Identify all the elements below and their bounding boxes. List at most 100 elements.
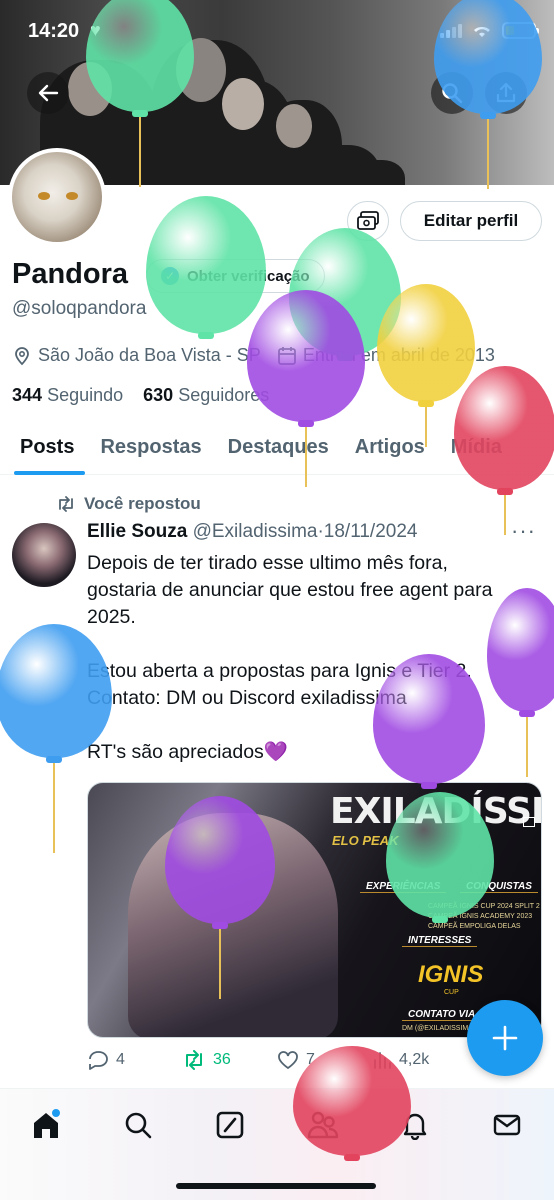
get-verified-label: Obter verificação — [187, 267, 310, 285]
bell-icon — [403, 1113, 427, 1140]
nav-grok[interactable] — [208, 1103, 252, 1147]
post-actions: 4 36 7 4,2k — [87, 1050, 527, 1070]
media-achievement: CAMPEÃ EMPOLIGA DELAS — [428, 923, 521, 930]
views-count: 4,2k — [399, 1051, 430, 1068]
like-button[interactable]: 7 — [277, 1050, 372, 1070]
media-contact-line: DM (@EXILADISSIMA) — [402, 1025, 476, 1032]
media-subtitle: ELO PEAK — [332, 833, 399, 848]
post-media-image[interactable]: EXILADÍSSIMA ELO PEAK EXPERIÊNCIAS CONQU… — [87, 782, 542, 1038]
tab-media[interactable]: Mídia — [438, 420, 515, 475]
repost-icon — [59, 496, 73, 512]
following-label: Seguindo — [47, 385, 124, 405]
nav-notifications[interactable] — [393, 1103, 437, 1147]
status-bar: 14:20 ♥ — [0, 0, 554, 62]
repost-count: 36 — [213, 1051, 231, 1068]
post-text-line: 2025. — [87, 606, 136, 628]
nav-messages[interactable] — [485, 1103, 529, 1147]
grok-icon — [216, 1111, 244, 1139]
repost-label: Você repostou — [84, 494, 201, 513]
share-icon — [496, 82, 516, 103]
like-count: 7 — [306, 1051, 315, 1068]
home-indicator — [176, 1183, 376, 1189]
back-button[interactable] — [27, 72, 69, 114]
post-date[interactable]: 18/11/2024 — [324, 521, 418, 542]
media-achievement: CAMPEÃ IGNIS CUP 2024 SPLIT 2 — [428, 903, 540, 910]
following-link[interactable]: 344 Seguindo — [12, 385, 123, 405]
calendar-icon — [277, 346, 296, 365]
media-cup: CUP — [444, 989, 459, 996]
get-verified-button[interactable]: ✓ Obter verificação — [146, 259, 325, 293]
plus-icon — [492, 1025, 518, 1051]
edit-profile-button[interactable]: Editar perfil — [400, 201, 542, 241]
media-contact: CONTATO VIA — [402, 1009, 482, 1021]
follow-counts: 344 Seguindo 630 Seguidores — [12, 385, 269, 406]
bottom-navigation — [0, 1088, 554, 1200]
media-badge-icon — [523, 817, 535, 827]
heart-outline-icon — [278, 1051, 298, 1070]
search-icon — [125, 1112, 152, 1139]
post-text-line: Contato: DM ou Discord exiladissima — [87, 687, 407, 709]
post-text-line: Estou aberta a propostas para Ignis e Ti… — [87, 660, 472, 682]
wifi-icon — [474, 26, 490, 37]
profile-name: Pandora — [12, 258, 129, 290]
repost-button[interactable]: 36 — [182, 1050, 277, 1070]
post-text-line: RT's são apreciados💜 — [87, 741, 289, 763]
repost-icon — [186, 1050, 202, 1070]
status-time: 14:20 — [28, 20, 80, 42]
nav-communities[interactable] — [301, 1103, 345, 1147]
post-text-line: Depois de ter tirado esse ultimo mês for… — [87, 552, 448, 574]
professional-tools-button[interactable] — [347, 201, 389, 241]
signal-icon — [440, 23, 462, 38]
reply-count: 4 — [116, 1051, 125, 1068]
tab-posts[interactable]: Posts — [0, 420, 87, 475]
post-header: Ellie Souza @Exiladissima·18/11/2024 — [87, 521, 417, 543]
post-author-avatar[interactable] — [12, 523, 76, 587]
back-arrow-icon — [38, 84, 59, 102]
communities-icon — [307, 1111, 339, 1139]
profile-location: São João da Boa Vista - SP — [38, 345, 261, 365]
followers-link[interactable]: 630 Seguidores — [143, 385, 269, 405]
reply-button[interactable]: 4 — [87, 1050, 182, 1070]
mail-icon — [493, 1114, 521, 1136]
media-interests: INTERESSES — [402, 935, 478, 947]
media-character — [128, 813, 338, 1037]
tab-highlights[interactable]: Destaques — [215, 420, 342, 475]
verified-check-icon: ✓ — [161, 267, 179, 285]
profile-tabs: Posts Respostas Destaques Artigos Mídia — [0, 420, 554, 475]
share-button[interactable] — [485, 72, 527, 114]
heart-icon: ♥ — [90, 20, 101, 40]
followers-label: Seguidores — [178, 385, 270, 405]
profile-joined: Entrou em abril de 2013 — [302, 345, 495, 365]
more-options-icon[interactable]: ··· — [511, 518, 536, 544]
profile-meta: São João da Boa Vista - SP Entrou em abr… — [12, 345, 495, 366]
media-achievement: CAMPEÃ IGNIS ACADEMY 2023 — [428, 913, 533, 920]
search-button[interactable] — [431, 72, 473, 114]
compose-button[interactable] — [467, 1000, 543, 1076]
post-author-name[interactable]: Ellie Souza — [87, 521, 187, 542]
tab-replies[interactable]: Respostas — [87, 420, 214, 475]
profile-avatar[interactable] — [8, 148, 106, 246]
repost-indicator: Você repostou — [56, 494, 201, 514]
views-icon — [374, 1052, 391, 1069]
battery-icon — [502, 22, 539, 39]
media-title: EXILADÍSSIMA — [330, 791, 541, 832]
media-achievements: CONQUISTAS — [460, 881, 538, 893]
views-button[interactable]: 4,2k — [372, 1050, 467, 1070]
notification-dot — [52, 1109, 60, 1117]
followers-count: 630 — [143, 385, 174, 405]
media-ignis-logo: IGNIS — [418, 961, 484, 988]
following-count: 344 — [12, 385, 43, 405]
tab-articles[interactable]: Artigos — [342, 420, 438, 475]
location-pin-icon — [15, 346, 29, 365]
media-experiences: EXPERIÊNCIAS — [360, 881, 447, 893]
post-text: Depois de ter tirado esse ultimo mês for… — [87, 550, 539, 766]
post-text-line: gostaria de anunciar que estou free agen… — [87, 579, 493, 601]
status-icons — [440, 22, 539, 39]
nav-search[interactable] — [116, 1103, 160, 1147]
reply-icon — [89, 1051, 108, 1070]
search-icon — [442, 83, 463, 104]
nav-home[interactable] — [24, 1103, 68, 1147]
money-icon — [357, 211, 379, 230]
post-author-handle[interactable]: @Exiladissima — [193, 521, 318, 542]
profile-handle: @soloqpandora — [12, 298, 147, 319]
